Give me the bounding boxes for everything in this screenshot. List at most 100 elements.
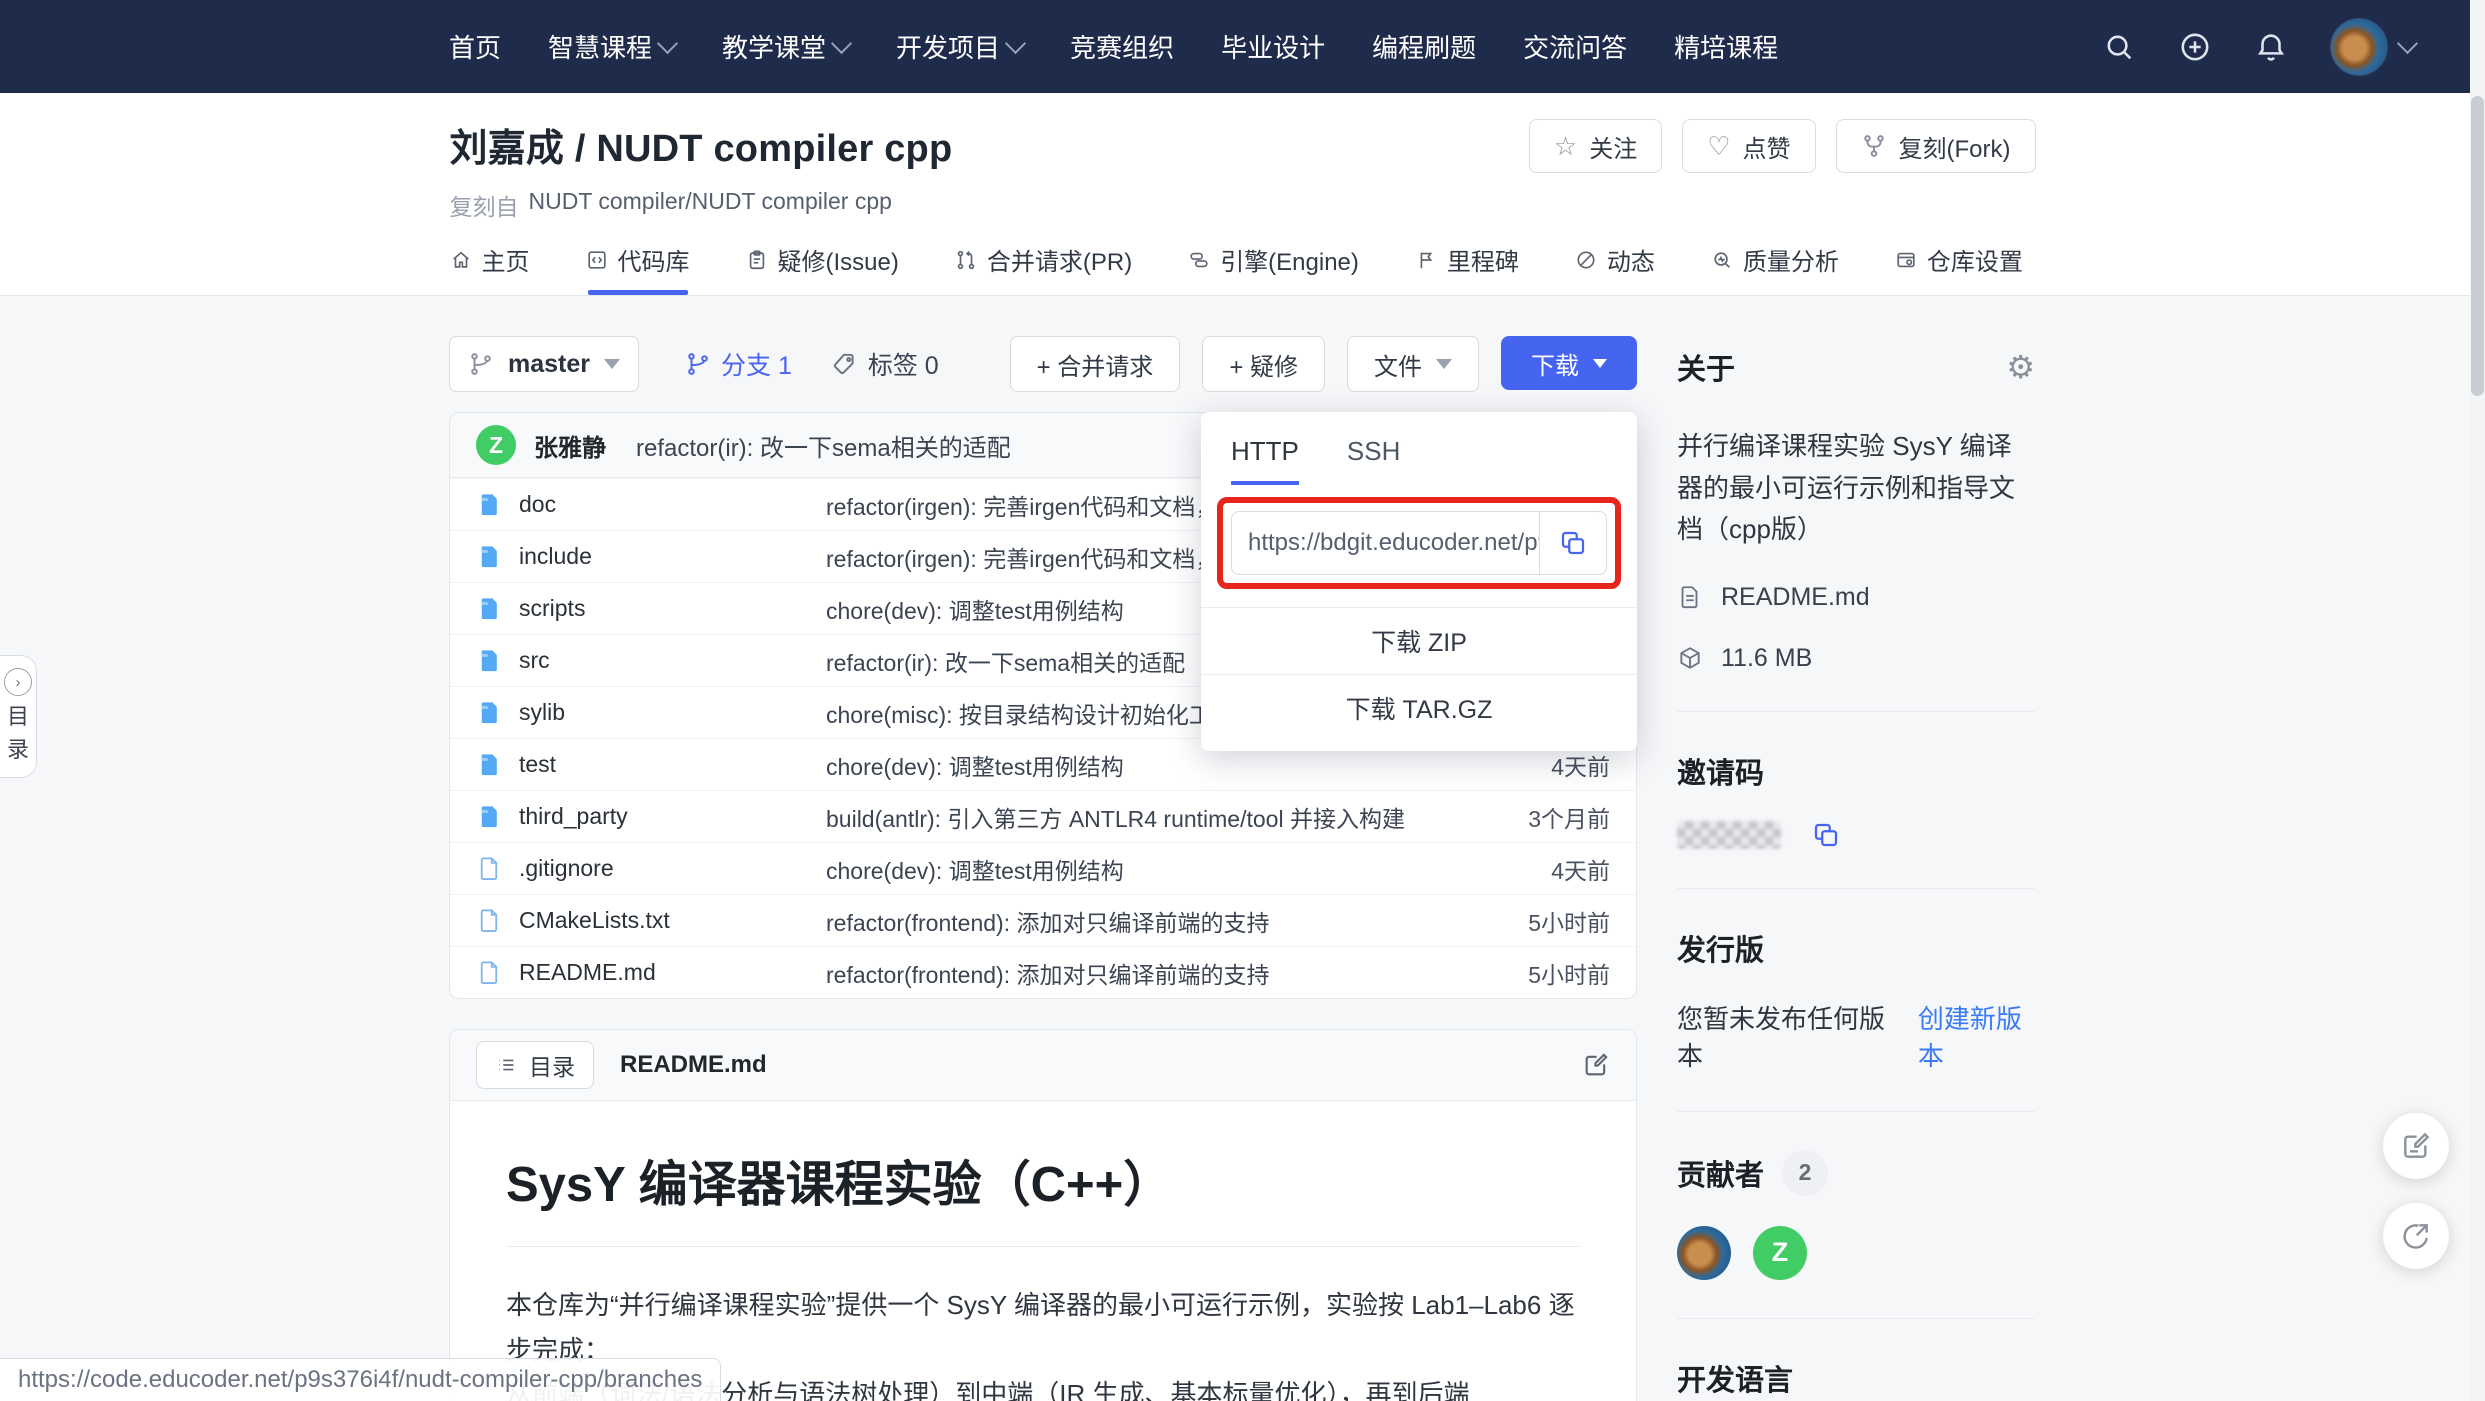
create-release-link[interactable]: 创建新版本 <box>1918 999 2035 1073</box>
readme-link[interactable]: README.md <box>1677 583 2035 612</box>
repo-settings-icon <box>1895 249 1917 271</box>
toc-button[interactable]: 目录 <box>476 1041 594 1089</box>
content: master 分支 1 标签 0 + 合并请求 + 疑修 <box>449 336 2035 1401</box>
search-icon[interactable] <box>2102 30 2136 64</box>
releases-empty-text: 您暂未发布任何版本 <box>1677 999 1888 1073</box>
invite-heading: 邀请码 <box>1677 750 2035 792</box>
scrollbar[interactable] <box>2470 0 2485 1401</box>
folder-icon <box>476 699 503 726</box>
tag-icon <box>832 351 858 377</box>
tab-activity[interactable]: 动态 <box>1575 242 1655 295</box>
commit-author[interactable]: 张雅静 <box>534 428 606 463</box>
commit-message-link[interactable]: refactor(frontend): 添加对只编译前端的支持 <box>826 956 1450 990</box>
commit-message-link[interactable]: chore(dev): 调整test用例结构 <box>826 852 1450 886</box>
nav-item-training[interactable]: 精培课程 <box>1674 28 1778 65</box>
folder-icon <box>476 751 503 778</box>
tab-settings[interactable]: 仓库设置 <box>1895 242 2023 295</box>
tab-issues[interactable]: 疑修(Issue) <box>746 242 899 295</box>
nav-item-coding-practice[interactable]: 编程刷题 <box>1372 28 1476 65</box>
nav-item-home[interactable]: 首页 <box>449 28 501 65</box>
commit-message[interactable]: refactor(ir): 改一下sema相关的适配 <box>636 428 1011 463</box>
folder-icon <box>476 647 503 674</box>
file-menu-button[interactable]: 文件 <box>1347 336 1479 392</box>
branch-selector[interactable]: master <box>449 336 639 392</box>
nav-item-graduation[interactable]: 毕业设计 <box>1221 28 1325 65</box>
download-tab-http[interactable]: HTTP <box>1231 436 1299 485</box>
new-merge-request-button[interactable]: + 合并请求 <box>1010 336 1181 392</box>
plus-circle-icon[interactable] <box>2178 30 2212 64</box>
readme-card: 目录 README.md SysY 编译器课程实验（C++） 本仓库为“并行编译… <box>449 1029 1637 1401</box>
user-menu[interactable] <box>2330 18 2415 76</box>
list-icon <box>495 1054 517 1076</box>
watch-button[interactable]: ☆ 关注 <box>1529 119 1662 173</box>
engine-icon <box>1188 249 1210 271</box>
download-button[interactable]: 下载 <box>1501 336 1637 390</box>
nav-item-smart-courses[interactable]: 智慧课程 <box>548 28 675 65</box>
main-column: master 分支 1 标签 0 + 合并请求 + 疑修 <box>449 336 1637 1401</box>
clone-url-input[interactable]: https://bdgit.educoder.net/p9s376i4 <box>1232 512 1539 574</box>
new-issue-button[interactable]: + 疑修 <box>1202 336 1325 392</box>
nav-right <box>2102 18 2415 76</box>
document-icon <box>1677 584 1703 610</box>
divider <box>1677 711 2035 712</box>
package-icon <box>1677 645 1703 671</box>
commit-message-link[interactable]: build(antlr): 引入第三方 ANTLR4 runtime/tool … <box>826 800 1450 834</box>
chevron-down-icon <box>1436 359 1452 369</box>
current-branch: master <box>508 350 590 379</box>
contributor-avatar[interactable] <box>1677 1226 1731 1280</box>
download-zip-item[interactable]: 下载 ZIP <box>1201 607 1637 674</box>
toc-side-tab[interactable]: › 目 录 <box>0 655 37 778</box>
divider <box>1677 1111 2035 1112</box>
bell-icon[interactable] <box>2254 30 2288 64</box>
forked-from-path[interactable]: NUDT compiler/NUDT compiler cpp <box>529 188 892 222</box>
download-tab-ssh[interactable]: SSH <box>1347 436 1400 485</box>
tab-milestones[interactable]: 里程碑 <box>1415 242 1519 295</box>
tab-code[interactable]: 代码库 <box>586 242 690 295</box>
commit-time: 5小时前 <box>1450 956 1610 990</box>
nav-item-teaching[interactable]: 教学课堂 <box>722 28 849 65</box>
tab-home[interactable]: 主页 <box>450 242 530 295</box>
nav-item-qa[interactable]: 交流问答 <box>1523 28 1627 65</box>
table-row[interactable]: README.md refactor(frontend): 添加对只编译前端的支… <box>450 946 1636 998</box>
forked-from: 复刻自 NUDT compiler/NUDT compiler cpp <box>450 188 2036 222</box>
toc-side-tab-label-2: 录 <box>7 737 29 762</box>
repo-description: 并行编译课程实验 SysY 编译器的最小可运行示例和指导文档（cpp版） <box>1677 426 2035 551</box>
repo-header: 刘嘉成 / NUDT compiler cpp 复刻自 NUDT compile… <box>0 93 2485 296</box>
table-row[interactable]: CMakeLists.txt refactor(frontend): 添加对只编… <box>450 894 1636 946</box>
commit-time: 3个月前 <box>1450 800 1610 834</box>
file-icon <box>476 959 503 986</box>
copy-icon[interactable] <box>1811 820 1841 850</box>
sidebar: 关于 ⚙ 并行编译课程实验 SysY 编译器的最小可运行示例和指导文档（cpp版… <box>1677 336 2035 1401</box>
releases-heading: 发行版 <box>1677 927 2035 969</box>
fork-icon <box>1861 133 1887 159</box>
feedback-button[interactable] <box>2383 1113 2449 1179</box>
tab-quality[interactable]: 质量分析 <box>1711 242 1839 295</box>
copy-url-button[interactable] <box>1539 512 1606 574</box>
nav-item-competitions[interactable]: 竞赛组织 <box>1070 28 1174 65</box>
edit-icon[interactable] <box>1582 1051 1610 1079</box>
contributor-avatar[interactable]: Z <box>1753 1226 1807 1280</box>
scrollbar-thumb[interactable] <box>2471 96 2484 396</box>
code-icon <box>586 249 608 271</box>
tab-engine[interactable]: 引擎(Engine) <box>1188 242 1359 295</box>
activity-icon <box>1575 249 1597 271</box>
gear-icon[interactable]: ⚙ <box>2006 348 2035 386</box>
download-targz-item[interactable]: 下载 TAR.GZ <box>1201 674 1637 741</box>
tab-pull-requests[interactable]: 合并请求(PR) <box>955 242 1132 295</box>
repo-actions: ☆ 关注 ♡ 点赞 复刻(Fork) <box>1529 119 2036 173</box>
share-button[interactable] <box>2383 1203 2449 1269</box>
table-row[interactable]: .gitignore chore(dev): 调整test用例结构 4天前 <box>450 842 1636 894</box>
table-row[interactable]: third_party build(antlr): 引入第三方 ANTLR4 r… <box>450 790 1636 842</box>
tags-link[interactable]: 标签 0 <box>832 346 939 382</box>
like-button[interactable]: ♡ 点赞 <box>1682 119 1815 173</box>
commit-author-avatar: Z <box>476 425 516 465</box>
chevron-down-icon <box>604 359 620 369</box>
commit-message-link[interactable]: chore(dev): 调整test用例结构 <box>826 748 1450 782</box>
clipboard-icon <box>746 249 768 271</box>
fork-button[interactable]: 复刻(Fork) <box>1836 119 2036 173</box>
commit-message-link[interactable]: refactor(frontend): 添加对只编译前端的支持 <box>826 904 1450 938</box>
branches-link[interactable]: 分支 1 <box>685 346 792 382</box>
top-navbar: 首页 智慧课程 教学课堂 开发项目 竞赛组织 毕业设计 编程刷题 交流问答 精培… <box>0 0 2485 93</box>
file-icon <box>476 907 503 934</box>
nav-item-dev-projects[interactable]: 开发项目 <box>896 28 1023 65</box>
